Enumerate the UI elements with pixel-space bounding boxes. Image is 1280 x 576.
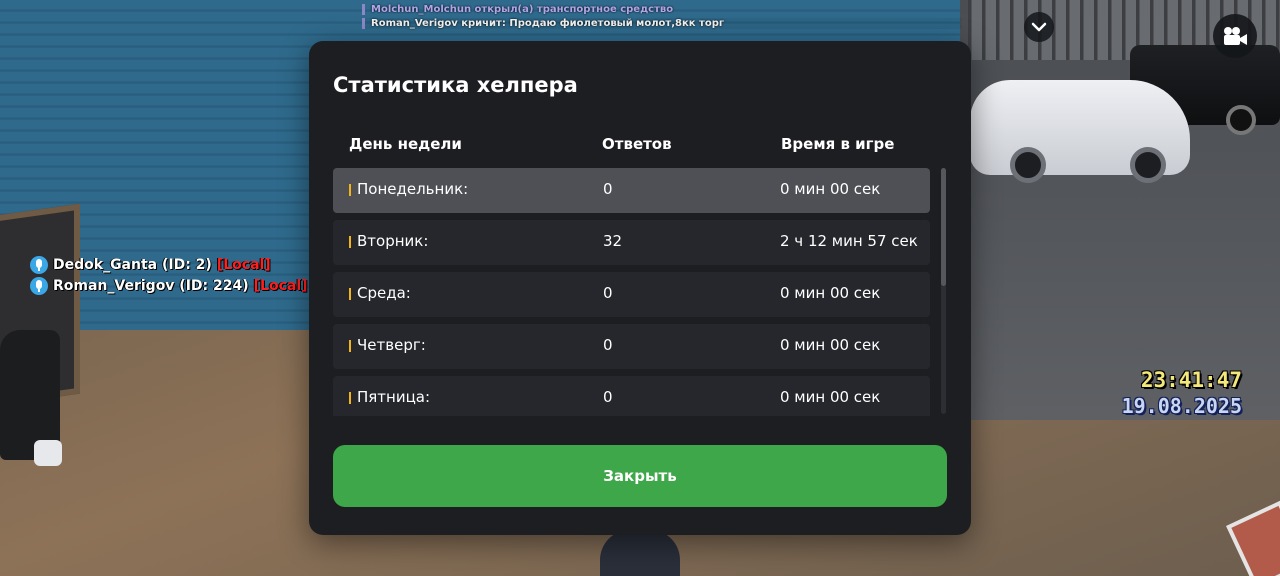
camera-view-button[interactable] <box>1213 14 1257 58</box>
row-accent-bar <box>349 184 351 196</box>
cell-time: 0 мин 00 сек <box>780 180 881 198</box>
cell-answers: 0 <box>603 284 613 302</box>
row-accent-bar <box>349 392 351 404</box>
nametag-local-badge: [Local] <box>253 278 308 294</box>
row-accent-bar <box>349 340 351 352</box>
scrollbar[interactable] <box>941 168 946 414</box>
nametag-local-badge: [Local] <box>216 257 271 273</box>
chat-toggle-button[interactable] <box>1024 12 1054 42</box>
nametag: Dedok_Ganta (ID: 2) [Local] <box>30 255 308 275</box>
wheel <box>1130 147 1166 183</box>
microphone-icon <box>30 256 48 274</box>
modal-title: Статистика хелпера <box>333 73 578 97</box>
cell-day: Вторник: <box>357 232 429 250</box>
cell-answers: 32 <box>603 232 623 250</box>
table-row[interactable]: Четверг: 0 0 мин 00 сек <box>333 324 930 369</box>
nametag-name: Roman_Verigov (ID: 224) <box>53 278 249 294</box>
row-accent-bar <box>349 236 351 248</box>
video-camera-icon <box>1224 27 1247 45</box>
column-header-day: День недели <box>349 135 462 153</box>
cell-answers: 0 <box>603 180 613 198</box>
cell-day: Среда: <box>357 284 411 302</box>
row-accent-bar <box>349 288 351 300</box>
cell-answers: 0 <box>603 336 613 354</box>
cell-day: Понедельник: <box>357 180 469 198</box>
chat-line: Molchun_Molchun открыл(а) транспортное с… <box>362 4 962 15</box>
cell-time: 0 мин 00 сек <box>780 336 881 354</box>
cell-day: Пятница: <box>357 388 431 406</box>
white-sedan <box>970 80 1190 183</box>
player-shoe <box>34 440 62 466</box>
cell-time: 0 мин 00 сек <box>780 388 881 406</box>
clock-time: 23:41:47 <box>1140 368 1242 392</box>
clock-date: 19.08.2025 <box>1121 394 1242 418</box>
cell-answers: 0 <box>603 388 613 406</box>
column-header-time: Время в игре <box>781 135 895 153</box>
cell-time: 2 ч 12 мин 57 сек <box>780 232 918 250</box>
microphone-icon <box>30 277 48 295</box>
table-row[interactable]: Среда: 0 0 мин 00 сек <box>333 272 930 317</box>
helper-stats-modal: Статистика хелпера День недели Ответов В… <box>309 41 971 535</box>
scrollbar-thumb[interactable] <box>941 168 946 286</box>
cell-day: Четверг: <box>357 336 426 354</box>
nametag-name: Dedok_Ganta (ID: 2) <box>53 257 212 273</box>
chat-line: Roman_Verigov кричит: Продаю фиолетовый … <box>362 18 962 29</box>
wheel <box>1010 147 1046 183</box>
nametag: Roman_Verigov (ID: 224) [Local] <box>30 276 308 296</box>
stats-table-header: День недели Ответов Время в игре <box>333 135 931 157</box>
cell-time: 0 мин 00 сек <box>780 284 881 302</box>
table-row[interactable]: Пятница: 0 0 мин 00 сек <box>333 376 930 416</box>
chat-log: Molchun_Molchun открыл(а) транспортное с… <box>362 4 962 32</box>
close-button[interactable]: Закрыть <box>333 445 947 507</box>
column-header-answers: Ответов <box>602 135 672 153</box>
hud-clock: 23:41:47 19.08.2025 <box>1122 368 1242 418</box>
object <box>600 530 680 576</box>
chevron-down-icon <box>1031 22 1047 32</box>
wheel <box>1226 105 1256 135</box>
player-nametags: Dedok_Ganta (ID: 2) [Local] Roman_Verigo… <box>30 255 308 297</box>
table-row[interactable]: Вторник: 32 2 ч 12 мин 57 сек <box>333 220 930 265</box>
stats-table-body[interactable]: Понедельник: 0 0 мин 00 сек Вторник: 32 … <box>333 168 931 416</box>
table-row[interactable]: Понедельник: 0 0 мин 00 сек <box>333 168 930 213</box>
